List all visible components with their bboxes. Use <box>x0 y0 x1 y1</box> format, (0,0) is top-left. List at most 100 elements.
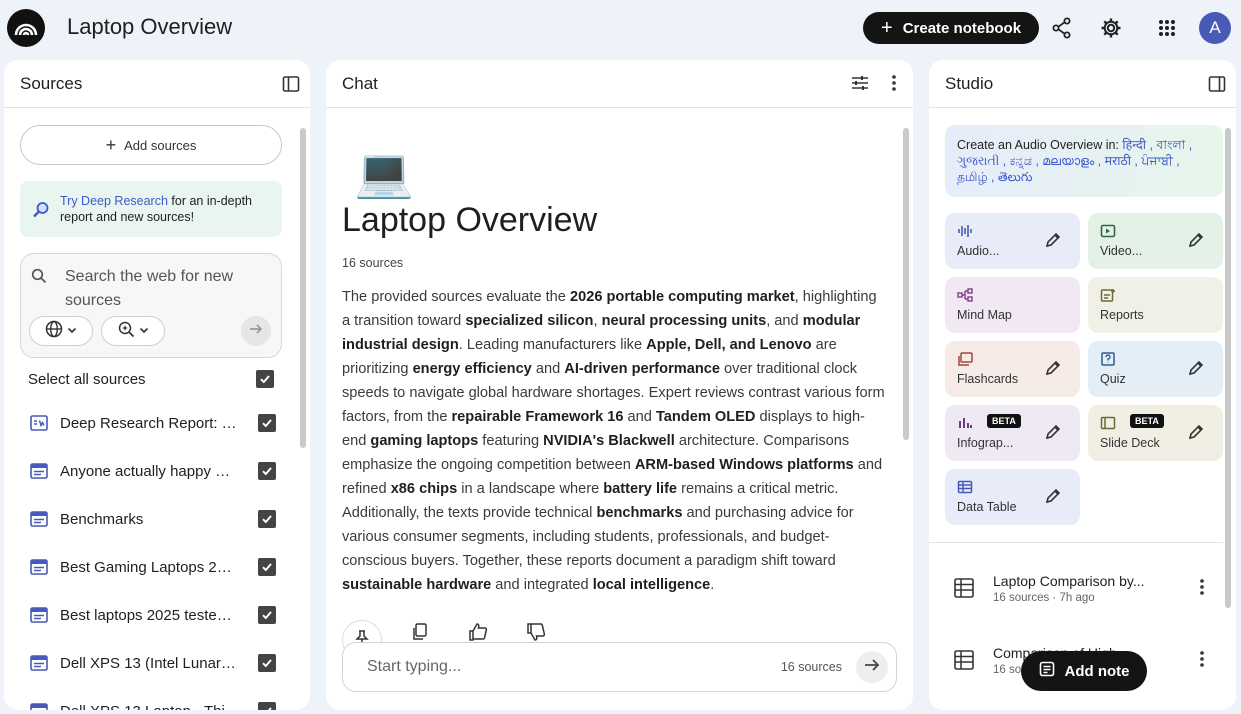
research-mode-dropdown[interactable] <box>101 316 165 346</box>
sources-scrollbar[interactable] <box>300 128 306 448</box>
source-item[interactable]: Deep Research Report: Th... <box>30 405 282 441</box>
tune-settings-icon[interactable] <box>851 74 869 97</box>
search-icon <box>31 268 47 289</box>
edit-pencil-icon[interactable] <box>1179 351 1213 385</box>
web-doc-icon <box>30 703 48 710</box>
summary-text: , and <box>766 313 803 329</box>
select-all-checkbox[interactable] <box>256 370 274 388</box>
reports-tile[interactable]: Reports <box>1088 277 1223 333</box>
settings-gear-icon[interactable] <box>1097 14 1125 42</box>
chevron-down-icon <box>139 322 149 340</box>
source-item[interactable]: Dell XPS 13 (Intel Lunar Lak... <box>30 645 282 681</box>
notebook-logo-icon[interactable] <box>7 9 45 47</box>
chat-input[interactable]: Start typing... <box>367 658 781 676</box>
avatar[interactable]: A <box>1199 12 1231 44</box>
add-note-label: Add note <box>1064 662 1130 680</box>
arrow-right-icon <box>863 656 881 679</box>
deep-research-link[interactable]: Try Deep Research <box>60 194 168 208</box>
share-icon[interactable] <box>1048 14 1076 42</box>
create-notebook-button[interactable]: + Create notebook <box>863 12 1039 44</box>
summary-text: and <box>531 361 565 377</box>
edit-pencil-icon[interactable] <box>1179 415 1213 449</box>
source-item[interactable]: Anyone actually happy wit... <box>30 453 282 489</box>
web-doc-icon <box>30 463 48 479</box>
data-table-icon <box>945 577 993 599</box>
data-table-tile[interactable]: Data Table <box>945 469 1080 525</box>
notebook-title[interactable]: Laptop Overview <box>67 14 232 40</box>
laptop-emoji-icon: 💻 <box>354 147 414 200</box>
source-checkbox[interactable] <box>258 414 276 432</box>
source-checkbox[interactable] <box>258 510 276 528</box>
add-note-button[interactable]: Add note <box>1021 651 1147 691</box>
summary-emphasis: Tandem OLED <box>655 409 756 425</box>
more-vert-icon[interactable] <box>1199 578 1205 601</box>
source-checkbox[interactable] <box>258 462 276 480</box>
edit-pencil-icon[interactable] <box>1036 223 1070 257</box>
source-item[interactable]: Benchmarks <box>30 501 282 537</box>
source-item-label: Dell XPS 13 Laptop - Thin L... <box>60 703 240 711</box>
studio-scrollbar[interactable] <box>1225 128 1231 608</box>
collapse-panel-icon[interactable] <box>282 75 300 98</box>
arrow-right-icon <box>248 321 264 342</box>
summary-emphasis: x86 chips <box>390 481 458 497</box>
web-doc-icon <box>30 511 48 527</box>
chat-scrollbar[interactable] <box>903 128 909 440</box>
summary-text: . <box>710 577 715 593</box>
web-doc-icon <box>30 559 48 575</box>
chat-composer[interactable]: Start typing... 16 sources <box>342 642 897 692</box>
globe-icon <box>45 320 63 343</box>
video-tile[interactable]: Video... <box>1088 213 1223 269</box>
web-doc-icon <box>30 655 48 671</box>
send-button[interactable] <box>856 651 888 683</box>
divider <box>929 542 1223 543</box>
summary-emphasis: ARM-based Windows platforms <box>634 457 854 473</box>
more-vert-icon[interactable] <box>891 74 897 97</box>
web-doc-icon <box>30 607 48 623</box>
source-item[interactable]: Dell XPS 13 Laptop - Thin L... <box>30 693 282 710</box>
edit-pencil-icon[interactable] <box>1036 351 1070 385</box>
collapse-panel-icon[interactable] <box>1208 75 1226 98</box>
note-item[interactable]: Laptop Comparison by... 16 sources · 7h a… <box>945 560 1215 616</box>
reports-icon <box>1100 286 1223 304</box>
audio-overview-prompt: Create an Audio Overview in: <box>957 138 1123 152</box>
source-checkbox[interactable] <box>258 702 276 710</box>
summary-emphasis: specialized silicon <box>465 313 594 329</box>
apps-grid-icon[interactable] <box>1153 14 1181 42</box>
audio-wave-tile[interactable]: Audio... <box>945 213 1080 269</box>
quiz-tile[interactable]: Quiz <box>1088 341 1223 397</box>
sparkle-search-icon <box>117 320 135 343</box>
add-sources-button[interactable]: + Add sources <box>20 125 282 165</box>
source-item-label: Deep Research Report: Th... <box>60 414 240 432</box>
flashcards-tile[interactable]: Flashcards <box>945 341 1080 397</box>
slide-deck-tile[interactable]: Slide Deck BETA <box>1088 405 1223 461</box>
edit-pencil-icon[interactable] <box>1179 223 1213 257</box>
studio-panel: Studio Create an Audio Overview in: हिन्… <box>929 60 1236 710</box>
tile-label: Mind Map <box>957 308 1012 322</box>
edit-pencil-icon[interactable] <box>1036 479 1070 513</box>
source-checkbox[interactable] <box>258 654 276 672</box>
select-all-row[interactable]: Select all sources <box>28 361 282 397</box>
more-vert-icon[interactable] <box>1199 650 1205 673</box>
source-web-dropdown[interactable] <box>29 316 93 346</box>
source-checkbox[interactable] <box>258 606 276 624</box>
note-icon <box>1039 661 1055 681</box>
submit-search-button[interactable] <box>241 316 271 346</box>
studio-title: Studio <box>945 73 994 93</box>
summary-emphasis: battery life <box>603 481 678 497</box>
source-item[interactable]: Best Gaming Laptops 202... <box>30 549 282 585</box>
studio-header: Studio <box>929 60 1236 108</box>
sources-title: Sources <box>20 73 83 93</box>
data-table-icon <box>945 649 993 671</box>
mind-map-tile[interactable]: Mind Map <box>945 277 1080 333</box>
edit-pencil-icon[interactable] <box>1036 415 1070 449</box>
search-input[interactable]: Search the web for new sources <box>65 265 265 313</box>
deep-research-banner[interactable]: Try Deep Research for an in-depth report… <box>20 181 282 237</box>
summary-text: . Leading manufacturers like <box>458 337 647 353</box>
mind-map-icon <box>957 286 1080 304</box>
infographic-tile[interactable]: Infograp... BETA <box>945 405 1080 461</box>
source-item[interactable]: Best laptops 2025 tested: ... <box>30 597 282 633</box>
summary-emphasis: AI-driven performance <box>564 361 720 377</box>
source-checkbox[interactable] <box>258 558 276 576</box>
summary-emphasis: gaming laptops <box>370 433 479 449</box>
beta-badge: BETA <box>1130 414 1164 428</box>
